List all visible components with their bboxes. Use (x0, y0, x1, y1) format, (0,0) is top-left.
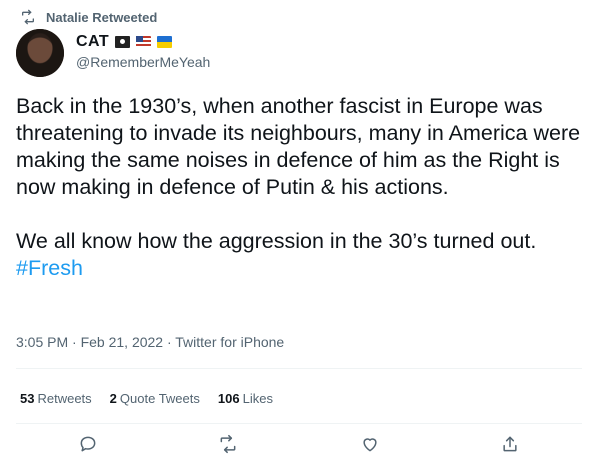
author-handle[interactable]: @RememberMeYeah (76, 54, 210, 70)
reply-icon (80, 436, 96, 452)
divider (16, 368, 582, 369)
retweet-icon (20, 9, 36, 25)
quote-tweets-count: 2 (109, 390, 117, 406)
divider (16, 423, 582, 424)
retweets-label: Retweets (37, 390, 92, 406)
like-button[interactable] (358, 432, 382, 456)
quote-tweets-stat[interactable]: 2 Quote Tweets (110, 391, 200, 406)
retweet-button[interactable] (216, 432, 240, 456)
us-flag-icon (136, 36, 152, 48)
likes-label: Likes (242, 390, 273, 406)
engagement-stats: 53 Retweets 2 Quote Tweets 106 Likes (20, 389, 273, 407)
avatar[interactable] (16, 29, 64, 77)
retweets-stat[interactable]: 53 Retweets (20, 391, 92, 406)
tweet-meta[interactable]: 3:05 PM · Feb 21, 2022 · Twitter for iPh… (16, 334, 284, 350)
retweeted-by-label: Natalie Retweeted (46, 9, 158, 25)
heart-icon (363, 438, 377, 452)
share-button[interactable] (498, 432, 522, 456)
ukraine-flag-icon (157, 36, 173, 48)
quote-tweets-label: Quote Tweets (119, 390, 200, 406)
tweet-text: Back in the 1930’s, when another fascist… (16, 93, 586, 282)
tweet-actions (0, 432, 598, 460)
retweeted-by-row[interactable]: Natalie Retweeted (20, 8, 157, 26)
reply-button[interactable] (76, 432, 100, 456)
likes-stat[interactable]: 106 Likes (218, 391, 273, 406)
hashtag-link[interactable]: #Fresh (16, 256, 83, 280)
share-icon (503, 436, 517, 452)
retweets-count: 53 (20, 390, 35, 406)
author-name-row[interactable]: CAT (76, 32, 173, 52)
likes-count: 106 (217, 390, 240, 406)
tweet-body: Back in the 1930’s, when another fascist… (16, 94, 581, 253)
author-display-name[interactable]: CAT (76, 33, 109, 51)
retweet-icon (220, 434, 236, 454)
pirate-flag-icon (115, 36, 131, 48)
